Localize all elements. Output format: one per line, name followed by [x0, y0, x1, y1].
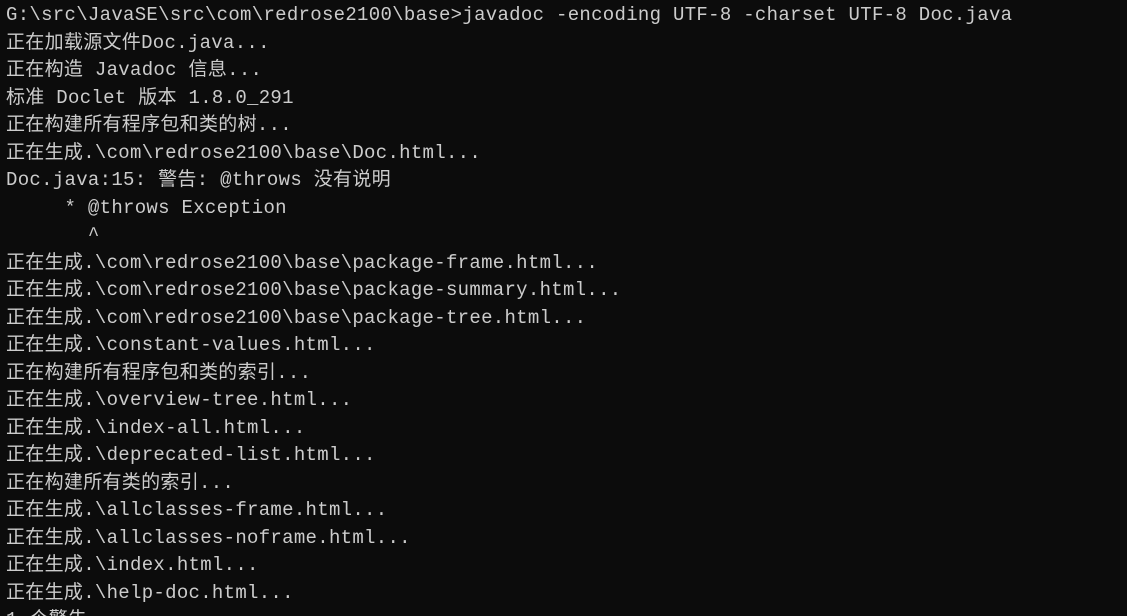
- output-line: 正在生成.\constant-values.html...: [6, 334, 376, 356]
- output-line: * @throws Exception: [6, 197, 287, 219]
- output-line: 标准 Doclet 版本 1.8.0_291: [6, 87, 294, 109]
- command-text: javadoc -encoding UTF-8 -charset UTF-8 D…: [462, 4, 1012, 26]
- output-line: 正在生成.\index.html...: [6, 554, 259, 576]
- output-line: 正在构建所有程序包和类的索引...: [6, 362, 311, 384]
- output-line: 正在生成.\allclasses-noframe.html...: [6, 527, 411, 549]
- output-line: 正在生成.\com\redrose2100\base\package-tree.…: [6, 307, 586, 329]
- output-summary-line: 1 个警告: [6, 609, 87, 616]
- terminal-area[interactable]: G:\src\JavaSE\src\com\redrose2100\base>j…: [0, 0, 1127, 616]
- output-line: 正在构造 Javadoc 信息...: [6, 59, 262, 81]
- output-line: 正在生成.\allclasses-frame.html...: [6, 499, 387, 521]
- output-line: 正在构建所有程序包和类的树...: [6, 114, 292, 136]
- output-line: 正在生成.\help-doc.html...: [6, 582, 294, 604]
- output-line: 正在生成.\com\redrose2100\base\Doc.html...: [6, 142, 481, 164]
- output-line: ^: [6, 224, 100, 246]
- output-line: 正在生成.\deprecated-list.html...: [6, 444, 376, 466]
- output-warning-line: Doc.java:15: 警告: @throws 没有说明: [6, 169, 391, 191]
- output-line: 正在生成.\overview-tree.html...: [6, 389, 352, 411]
- output-line: 正在生成.\index-all.html...: [6, 417, 306, 439]
- output-line: 正在构建所有类的索引...: [6, 472, 234, 494]
- prompt-path-1: G:\src\JavaSE\src\com\redrose2100\base>: [6, 4, 462, 26]
- output-line: 正在加载源文件Doc.java...: [6, 32, 270, 54]
- output-line: 正在生成.\com\redrose2100\base\package-summa…: [6, 279, 622, 301]
- output-line: 正在生成.\com\redrose2100\base\package-frame…: [6, 252, 598, 274]
